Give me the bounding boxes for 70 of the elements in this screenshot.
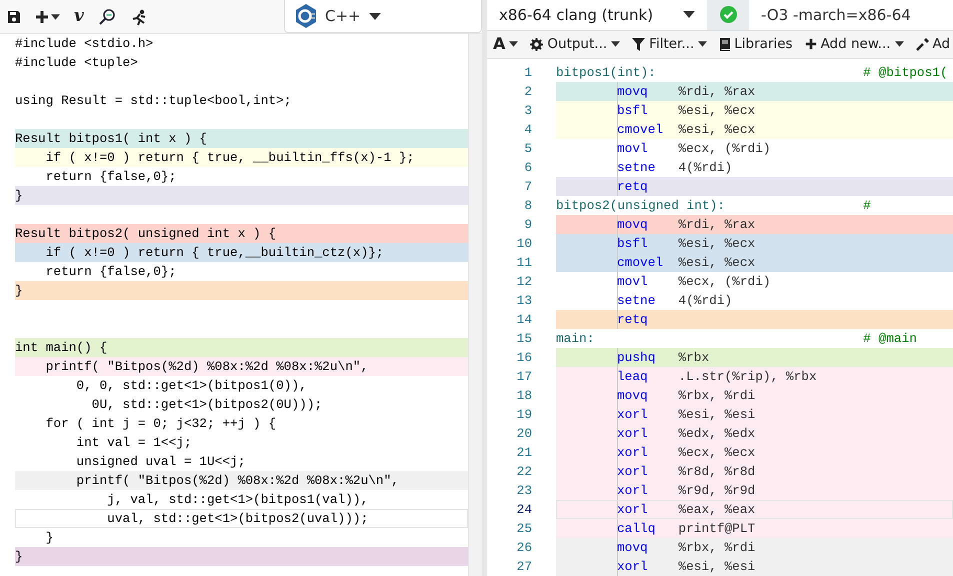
code-line: j, val, std::get<1>(bitpos1(val)), [106, 491, 370, 509]
code-line: return {false,0}; [44, 168, 178, 186]
book-icon [719, 38, 730, 51]
code-line: for ( int j = 0; j<32; ++j ) { [44, 415, 278, 433]
line-number: 14 [516, 311, 532, 329]
line-number: 9 [523, 216, 532, 234]
save-icon [7, 10, 21, 24]
asm-line: bitpos2(unsigned int): # [556, 197, 872, 215]
wrench-icon [916, 38, 929, 51]
line-number: 4 [523, 121, 532, 139]
line-number: 8 [523, 197, 532, 215]
asm-line: movl %ecx, (%rdi) [556, 272, 953, 291]
asm-line: bitpos1(int): # @bitpos1( [556, 64, 949, 82]
caret-icon [509, 41, 518, 48]
caret-icon [698, 41, 708, 48]
line-number: 23 [516, 482, 532, 500]
line-number: 5 [523, 140, 532, 158]
line-number: 21 [516, 444, 532, 462]
cpp-logo-icon [295, 4, 317, 28]
plus-icon [804, 38, 817, 50]
vim-button[interactable]: v [67, 2, 91, 32]
scrollbar[interactable] [468, 34, 482, 576]
code-line: return {false,0}; [44, 263, 178, 281]
code-line: int val = 1<<j; [75, 434, 193, 452]
line-number: 20 [516, 425, 532, 443]
line-number: 19 [516, 406, 532, 424]
line-number: 12 [516, 273, 532, 291]
code-line: } [44, 529, 54, 547]
filter-icon [632, 38, 646, 51]
gear-icon [530, 38, 544, 51]
line-number: 27 [516, 558, 532, 576]
caret-icon [894, 41, 904, 48]
tool-button[interactable]: Ad [910, 30, 953, 58]
search-icon [98, 8, 116, 26]
filter-button[interactable]: Filter... [626, 30, 714, 58]
line-number: 7 [523, 178, 532, 196]
line-number: 1 [523, 64, 532, 82]
line-number: 24 [516, 501, 532, 519]
language-select[interactable]: C++ [284, 0, 482, 33]
line-number: 13 [516, 292, 532, 310]
output-button[interactable]: Output... [524, 30, 626, 58]
line-number: 22 [516, 463, 532, 481]
line-number: 16 [516, 349, 532, 367]
line-number: 17 [516, 368, 532, 386]
asm-line: movl %ecx, (%rdi) [556, 139, 953, 158]
add-new-button[interactable]: Add new... [798, 30, 910, 58]
line-number: 2 [523, 83, 532, 101]
line-number: 15 [516, 330, 532, 348]
line-number: 25 [516, 520, 532, 538]
libraries-button[interactable]: Libraries [713, 30, 799, 58]
code-line: #include <tuple> [15, 54, 139, 72]
code-line: uval, std::get<1>(bitpos2(uval))); [15, 509, 468, 528]
caret-icon [683, 11, 695, 18]
plus-icon [35, 10, 49, 24]
code-line: 0U, std::get<1>(bitpos2(0U))); [90, 396, 324, 414]
asm-line: main: # @main [556, 330, 918, 348]
line-number: 6 [523, 159, 532, 177]
caret-icon [611, 41, 620, 48]
caret-icon [368, 12, 381, 20]
font-button[interactable]: A [487, 30, 524, 58]
line-number: 26 [516, 539, 532, 557]
code-line: #include <stdio.h> [15, 35, 154, 53]
line-number: 18 [516, 387, 532, 405]
code-line: unsigned uval = 1U<<j; [75, 453, 246, 471]
line-number: 10 [516, 235, 532, 253]
code-line: 0, 0, std::get<1>(bitpos1(0)), [75, 377, 308, 395]
line-number: 11 [516, 254, 532, 272]
line-number: 3 [523, 102, 532, 120]
code-line: using Result = std::tuple<bool,int>; [15, 92, 292, 110]
caret-icon [51, 14, 60, 20]
